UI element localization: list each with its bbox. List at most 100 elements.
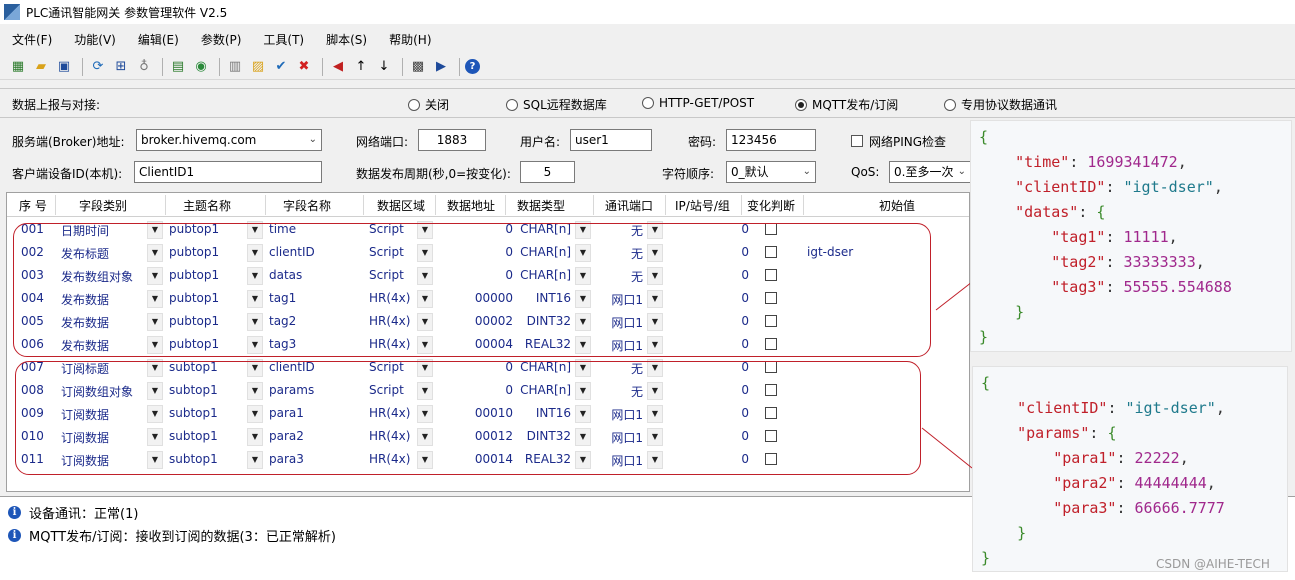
- window-title: PLC通讯智能网关 参数管理软件 V2.5: [26, 5, 228, 20]
- move-first-icon[interactable]: ◀: [328, 57, 348, 77]
- header-no: 序 号: [19, 199, 47, 213]
- new-config-icon[interactable]: ▦: [8, 57, 28, 77]
- menu-bar: 文件(F) 功能(V) 编辑(E) 参数(P) 工具(T) 脚本(S) 帮助(H…: [0, 28, 1295, 50]
- broker-combo[interactable]: broker.hivemq.com ⌄: [136, 129, 322, 151]
- subscribe-group-highlight: [15, 361, 921, 475]
- json-brace: }: [1015, 303, 1025, 321]
- client-id-input[interactable]: ClientID1: [134, 161, 322, 183]
- period-input[interactable]: 5: [520, 161, 575, 183]
- delete-icon[interactable]: ✖: [294, 57, 314, 77]
- radio-private[interactable]: 专用协议数据通讯: [944, 96, 1057, 113]
- header-divider: [435, 195, 436, 215]
- header-divider: [505, 195, 506, 215]
- publish-group-highlight: [13, 223, 931, 357]
- header-category: 字段类别: [79, 199, 128, 213]
- json-publish-panel: { "time": 1699341472, "clientID": "igt-d…: [970, 120, 1292, 352]
- globe-icon[interactable]: ◉: [191, 57, 211, 77]
- move-next-icon[interactable]: ▶: [431, 57, 451, 77]
- report-mode-row: 数据上报与对接: 关闭 SQL远程数据库 HTTP-GET/POST MQTT发…: [0, 88, 1295, 118]
- log-text: MQTT发布/订阅：接收到订阅的数据(3：已正常解析): [29, 530, 336, 545]
- radio-close[interactable]: 关闭: [408, 96, 449, 113]
- save-icon[interactable]: ▣: [54, 57, 74, 77]
- radio-circle: [642, 97, 654, 109]
- qos-value: 0.至多一次: [894, 165, 954, 179]
- json-key: "clientID": [1015, 178, 1106, 196]
- add-row-icon[interactable]: ▨: [248, 57, 268, 77]
- json-brace: {: [981, 374, 991, 392]
- table-icon[interactable]: ▥: [225, 57, 245, 77]
- header-divider: [165, 195, 166, 215]
- toolbar-separator: [82, 57, 83, 76]
- toolbar-separator: [219, 57, 220, 76]
- json-brace: {: [1096, 203, 1106, 221]
- radio-label: 关闭: [425, 98, 450, 112]
- monitor-icon[interactable]: ▤: [168, 57, 188, 77]
- json-key: "clientID": [1017, 399, 1108, 417]
- calc-icon[interactable]: ▩: [408, 57, 428, 77]
- json-value: 66666.7777: [1134, 499, 1225, 517]
- device-icon[interactable]: ♁: [134, 57, 154, 77]
- qos-label: QoS:: [851, 165, 880, 179]
- toolbar-separator: [402, 57, 403, 76]
- menu-param[interactable]: 参数(P): [195, 31, 248, 48]
- chevron-down-icon: ⌄: [957, 166, 966, 177]
- info-icon: i: [8, 506, 21, 519]
- radio-mqtt[interactable]: MQTT发布/订阅: [795, 96, 898, 113]
- header-divider: [265, 195, 266, 215]
- log-line: i MQTT发布/订阅：接收到订阅的数据(3：已正常解析): [8, 526, 336, 545]
- user-input[interactable]: user1: [570, 129, 652, 151]
- menu-edit[interactable]: 编辑(E): [132, 31, 185, 48]
- radio-label: HTTP-GET/POST: [659, 96, 755, 110]
- move-up-icon[interactable]: ↑: [351, 57, 371, 77]
- radio-sql[interactable]: SQL远程数据库: [506, 96, 607, 113]
- json-value: 55555.554688: [1123, 278, 1232, 296]
- ping-label: 网络PING检查: [869, 135, 947, 149]
- password-label: 密码:: [688, 135, 717, 149]
- qos-combo[interactable]: 0.至多一次 ⌄: [889, 161, 971, 183]
- network-icon[interactable]: ⊞: [111, 57, 131, 77]
- toolbar: ▦ ▰ ▣ ⟳ ⊞ ♁ ▤ ◉ ▥ ▨ ✔ ✖ ◀ ↑ ↓ ▩ ▶ ?: [0, 54, 1295, 80]
- header-divider: [55, 195, 56, 215]
- header-type: 数据类型: [517, 199, 566, 213]
- password-input[interactable]: 123456: [726, 129, 816, 151]
- check-icon[interactable]: ✔: [271, 57, 291, 77]
- toolbar-separator: [322, 57, 323, 76]
- help-icon[interactable]: ?: [465, 59, 480, 74]
- menu-help[interactable]: 帮助(H): [383, 31, 437, 48]
- port-input[interactable]: 1883: [418, 129, 486, 151]
- toolbar-separator: [162, 57, 163, 76]
- header-ip: IP/站号/组: [675, 199, 730, 213]
- header-area: 数据区域: [377, 199, 426, 213]
- header-address: 数据地址: [447, 199, 496, 213]
- byte-order-label: 字符顺序:: [662, 167, 715, 181]
- json-brace: }: [979, 328, 989, 346]
- menu-tools[interactable]: 工具(T): [257, 31, 310, 48]
- report-label: 数据上报与对接:: [12, 98, 101, 112]
- json-key: "para1": [1053, 449, 1117, 467]
- json-key: "tag1": [1051, 228, 1106, 246]
- header-divider: [665, 195, 666, 215]
- menu-script[interactable]: 脚本(S): [320, 31, 373, 48]
- radio-circle: [506, 98, 518, 111]
- log-line: i 设备通讯：正常(1): [8, 503, 138, 522]
- radio-http[interactable]: HTTP-GET/POST: [642, 96, 754, 110]
- open-folder-icon[interactable]: ▰: [31, 57, 51, 77]
- json-value: 33333333: [1123, 253, 1196, 271]
- watermark: CSDN @AIHE-TECH: [1156, 557, 1270, 571]
- move-down-icon[interactable]: ↓: [374, 57, 394, 77]
- radio-label: MQTT发布/订阅: [812, 98, 899, 112]
- header-port: 通讯端口: [605, 199, 654, 213]
- menu-function[interactable]: 功能(V): [68, 31, 122, 48]
- json-value: 11111: [1123, 228, 1169, 246]
- menu-file[interactable]: 文件(F): [6, 31, 58, 48]
- byte-order-combo[interactable]: 0_默认 ⌄: [726, 161, 816, 183]
- refresh-icon[interactable]: ⟳: [88, 57, 108, 77]
- period-label: 数据发布周期(秒,0=按变化):: [356, 167, 511, 181]
- ping-checkbox[interactable]: [851, 135, 863, 147]
- json-value: "igt-dser": [1123, 178, 1214, 196]
- app-icon: [4, 4, 20, 20]
- json-value: 44444444: [1134, 474, 1207, 492]
- json-key: "time": [1015, 153, 1070, 171]
- header-divider: [741, 195, 742, 215]
- json-brace: {: [1107, 424, 1117, 442]
